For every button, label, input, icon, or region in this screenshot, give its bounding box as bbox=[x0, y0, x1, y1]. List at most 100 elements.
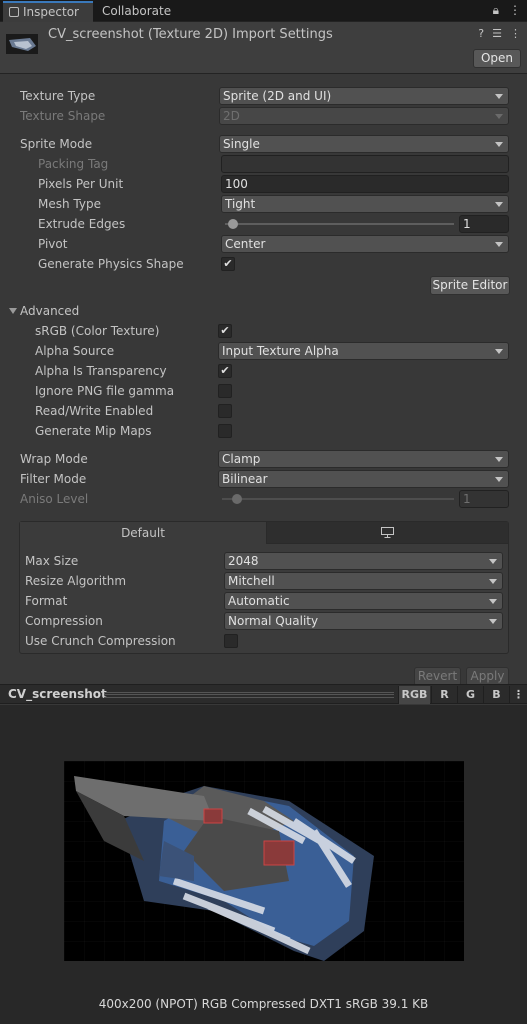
tab-collaborate[interactable]: Collaborate bbox=[102, 1, 171, 22]
platform-settings-panel: Default Max Size 2048 Resize Algorithm M… bbox=[19, 521, 509, 654]
extrude-edges-slider-handle[interactable] bbox=[228, 219, 238, 229]
generate-physics-shape-checkbox[interactable]: ✔ bbox=[221, 257, 235, 271]
srgb-checkbox[interactable]: ✔ bbox=[218, 324, 232, 338]
max-size-label: Max Size bbox=[25, 554, 79, 568]
aniso-level-label: Aniso Level bbox=[20, 492, 89, 506]
texture-shape-dropdown: 2D bbox=[219, 107, 509, 125]
read-write-enabled-checkbox[interactable] bbox=[218, 404, 232, 418]
texture-info-text: 400x200 (NPOT) RGB Compressed DXT1 sRGB … bbox=[98, 997, 429, 1011]
filter-mode-value: Bilinear bbox=[222, 472, 268, 486]
wrap-mode-value: Clamp bbox=[222, 452, 261, 466]
resize-grip[interactable] bbox=[104, 692, 394, 698]
compression-label: Compression bbox=[25, 614, 103, 628]
chevron-down-icon bbox=[489, 599, 497, 604]
pivot-value: Center bbox=[225, 237, 266, 251]
channel-r-button[interactable]: R bbox=[431, 686, 457, 704]
pivot-dropdown[interactable]: Center bbox=[221, 235, 509, 253]
kebab-menu-icon[interactable]: ⋮ bbox=[509, 3, 521, 18]
use-crunch-compression-label: Use Crunch Compression bbox=[25, 634, 176, 648]
chevron-down-icon bbox=[495, 457, 503, 462]
chevron-down-icon bbox=[489, 579, 497, 584]
wrap-mode-dropdown[interactable]: Clamp bbox=[218, 450, 509, 468]
checkmark-icon: ✔ bbox=[220, 364, 230, 377]
mesh-type-label: Mesh Type bbox=[38, 197, 101, 211]
aniso-level-input: 1 bbox=[459, 490, 509, 508]
generate-physics-shape-label: Generate Physics Shape bbox=[38, 257, 184, 271]
filter-mode-dropdown[interactable]: Bilinear bbox=[218, 470, 509, 488]
chevron-down-icon bbox=[495, 114, 503, 119]
alpha-source-label: Alpha Source bbox=[35, 344, 115, 358]
sprite-mode-value: Single bbox=[223, 137, 260, 151]
mesh-type-dropdown[interactable]: Tight bbox=[221, 195, 509, 213]
asset-title: CV_screenshot (Texture 2D) Import Settin… bbox=[48, 27, 333, 42]
help-icon[interactable]: ? bbox=[478, 27, 484, 40]
texture-type-dropdown[interactable]: Sprite (2D and UI) bbox=[219, 87, 509, 105]
inspector-icon bbox=[9, 7, 19, 17]
sprite-mode-dropdown[interactable]: Single bbox=[219, 135, 509, 153]
preset-icon[interactable]: ☰ bbox=[492, 27, 502, 40]
tab-standalone-platform[interactable] bbox=[266, 522, 508, 544]
resize-algorithm-value: Mitchell bbox=[228, 574, 275, 588]
use-crunch-compression-checkbox[interactable] bbox=[224, 634, 238, 648]
extrude-edges-input[interactable]: 1 bbox=[459, 215, 509, 233]
preview-toolbar: CV_screenshot RGB R G B ⋮ bbox=[0, 684, 527, 704]
chevron-down-icon bbox=[495, 349, 503, 354]
format-dropdown[interactable]: Automatic bbox=[224, 592, 503, 610]
alpha-is-transparency-checkbox[interactable]: ✔ bbox=[218, 364, 232, 378]
aniso-level-slider-handle bbox=[232, 494, 242, 504]
open-button[interactable]: Open bbox=[472, 49, 521, 68]
compression-value: Normal Quality bbox=[228, 614, 319, 628]
texture-shape-value: 2D bbox=[223, 109, 240, 123]
tab-default-label: Default bbox=[121, 526, 165, 540]
chevron-down-icon bbox=[495, 202, 503, 207]
chevron-down-icon bbox=[495, 242, 503, 247]
chevron-down-icon bbox=[489, 619, 497, 624]
resize-algorithm-label: Resize Algorithm bbox=[25, 574, 127, 588]
alpha-source-dropdown[interactable]: Input Texture Alpha bbox=[218, 342, 509, 360]
generate-mip-maps-label: Generate Mip Maps bbox=[35, 424, 152, 438]
channel-b-button[interactable]: B bbox=[483, 686, 509, 704]
foldout-arrow-icon[interactable] bbox=[9, 308, 17, 314]
alpha-source-value: Input Texture Alpha bbox=[222, 344, 339, 358]
packing-tag-label: Packing Tag bbox=[38, 157, 109, 171]
tab-bar: Inspector Collaborate 🔒︎ ⋮ bbox=[0, 0, 527, 22]
pivot-label: Pivot bbox=[38, 237, 68, 251]
tab-inspector-label: Inspector bbox=[23, 5, 79, 19]
aniso-level-slider-track bbox=[222, 498, 454, 500]
sprite-mode-label: Sprite Mode bbox=[20, 137, 93, 151]
srgb-label: sRGB (Color Texture) bbox=[35, 324, 160, 338]
channel-g-button[interactable]: G bbox=[457, 686, 483, 704]
tab-default-platform[interactable]: Default bbox=[20, 522, 266, 544]
chevron-down-icon bbox=[495, 142, 503, 147]
kebab-menu-icon[interactable]: ⋮ bbox=[509, 686, 527, 704]
pixels-per-unit-input[interactable]: 100 bbox=[221, 175, 509, 193]
tab-inspector[interactable]: Inspector bbox=[3, 1, 93, 22]
generate-mip-maps-checkbox[interactable] bbox=[218, 424, 232, 438]
lock-icon[interactable]: 🔒︎ bbox=[493, 3, 499, 18]
sprite-editor-button[interactable]: Sprite Editor bbox=[430, 276, 510, 295]
texture-preview-image bbox=[64, 761, 464, 961]
chevron-down-icon bbox=[495, 94, 503, 99]
wrap-mode-label: Wrap Mode bbox=[20, 452, 88, 466]
filter-mode-label: Filter Mode bbox=[20, 472, 87, 486]
texture-type-label: Texture Type bbox=[20, 89, 96, 103]
checkmark-icon: ✔ bbox=[223, 257, 233, 270]
max-size-dropdown[interactable]: 2048 bbox=[224, 552, 503, 570]
ignore-png-gamma-label: Ignore PNG file gamma bbox=[35, 384, 175, 398]
kebab-menu-icon[interactable]: ⋮ bbox=[510, 27, 521, 40]
preview-title: CV_screenshot bbox=[8, 687, 107, 701]
advanced-foldout-label[interactable]: Advanced bbox=[20, 302, 79, 320]
resize-algorithm-dropdown[interactable]: Mitchell bbox=[224, 572, 503, 590]
chevron-down-icon bbox=[495, 477, 503, 482]
texture-thumbnail-icon bbox=[6, 34, 38, 54]
alpha-is-transparency-label: Alpha Is Transparency bbox=[35, 364, 167, 378]
extrude-edges-label: Extrude Edges bbox=[38, 217, 126, 231]
extrude-edges-slider-track[interactable] bbox=[225, 223, 454, 225]
inspector-header: CV_screenshot (Texture 2D) Import Settin… bbox=[0, 22, 527, 74]
compression-dropdown[interactable]: Normal Quality bbox=[224, 612, 503, 630]
channel-rgb-button[interactable]: RGB bbox=[398, 686, 430, 704]
ignore-png-gamma-checkbox[interactable] bbox=[218, 384, 232, 398]
tab-collaborate-label: Collaborate bbox=[102, 4, 172, 18]
pixels-per-unit-label: Pixels Per Unit bbox=[38, 177, 124, 191]
max-size-value: 2048 bbox=[228, 554, 259, 568]
